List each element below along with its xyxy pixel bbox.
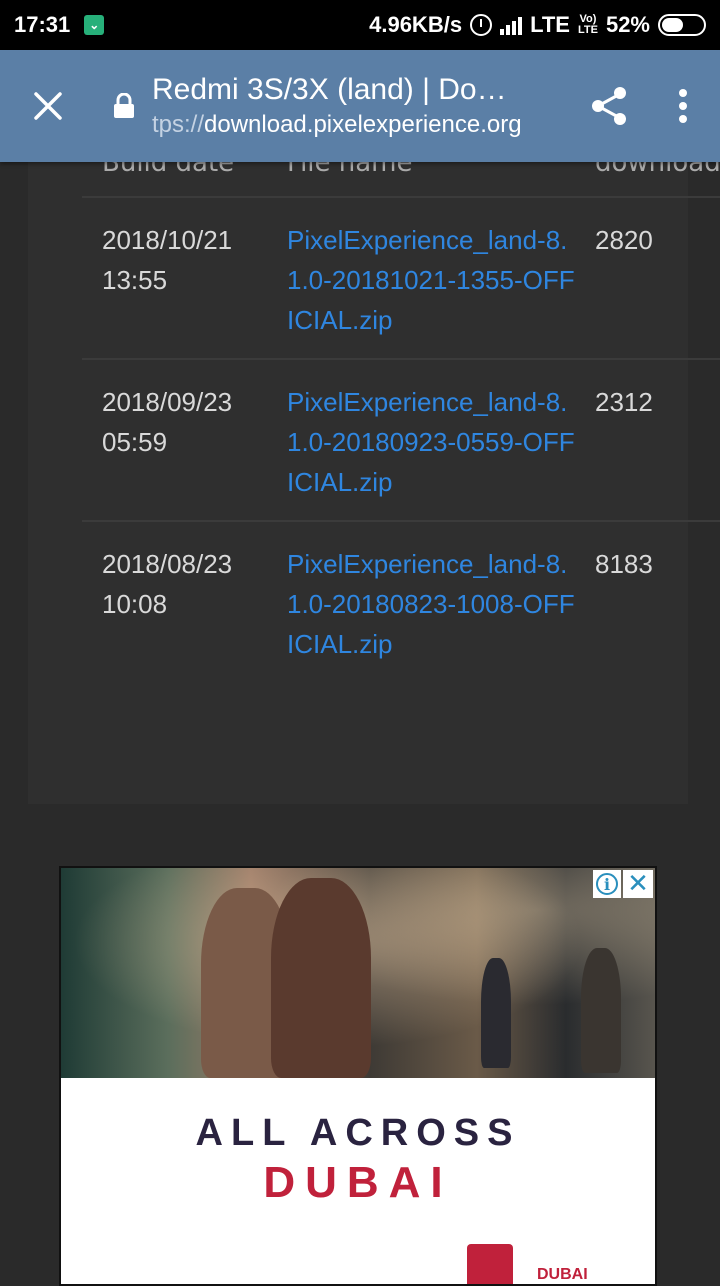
ad-close-button[interactable]: ✕ [623,869,653,899]
page-url: tps://download.pixelexperience.org [152,111,572,139]
ad-headline: ALL ACROSS [195,1112,521,1154]
network-type: LTE [530,12,570,37]
downloads-table: Build date File name downloads 2018/10/2… [82,162,720,684]
header-build-date: Build date [102,162,235,178]
signal-icon [500,15,523,35]
ad-person [481,958,511,1068]
ad-person [271,878,371,1078]
status-time: 17:31 [14,12,71,37]
share-icon [592,87,626,125]
url-host: download.pixelexperience.org [204,111,522,138]
downloads-card: Build date File name downloads 2018/10/2… [28,162,720,804]
build-date: 2018/09/23 05:59 [102,387,233,457]
alarm-icon [470,14,493,36]
info-icon: i [596,873,618,895]
ad-person [581,948,621,1073]
lock-icon[interactable] [96,93,152,119]
title-block[interactable]: Redmi 3S/3X (land) | Do… tps://download.… [152,73,572,139]
ad-photo [61,868,655,1078]
close-icon [34,92,62,120]
download-count: 8183 [595,549,653,579]
volte-icon: Vo) LTE [578,14,598,36]
battery-icon [658,14,706,36]
status-indicators: 4.96KB/s LTE Vo) LTE 52% [369,12,706,38]
table-row: 2018/08/23 10:08 PixelExperience_land-8.… [82,522,720,684]
advertisement[interactable]: i ✕ ALL ACROSS DUBAI DUBAI [59,866,657,1286]
overflow-menu-button[interactable] [646,50,720,162]
share-button[interactable] [572,50,646,162]
build-date: 2018/08/23 10:08 [102,549,233,619]
download-count: 2820 [595,225,653,255]
download-notification-icon: ⌄ [84,15,105,35]
more-vert-icon [679,89,687,123]
file-link[interactable]: PixelExperience_land-8.1.0-20180923-0559… [287,382,577,502]
net-speed: 4.96KB/s [369,12,463,37]
table-header: Build date File name downloads [82,162,720,198]
header-file-name: File name [287,162,413,178]
file-link[interactable]: PixelExperience_land-8.1.0-20181021-1355… [287,220,577,340]
battery-fill [662,18,683,32]
shopping-bag-logo-icon [467,1244,513,1284]
url-scheme: tps:// [152,111,205,138]
close-tab-button[interactable] [0,50,96,162]
page-title: Redmi 3S/3X (land) | Do… [152,73,507,106]
ad-brand-text: DUBAI [537,1266,588,1283]
build-date: 2018/10/21 13:55 [102,225,233,295]
volte-bottom: LTE [577,24,598,36]
header-downloads: downloads [595,162,720,178]
battery-percent: 52% [605,12,650,37]
file-link[interactable]: PixelExperience_land-8.1.0-20180823-1008… [287,544,577,664]
status-bar: 17:31 ⌄ 4.96KB/s LTE Vo) LTE 52% [0,0,720,50]
table-row: 2018/09/23 05:59 PixelExperience_land-8.… [82,360,720,522]
ad-headline-accent: DUBAI [263,1158,453,1207]
ad-info-button[interactable]: i [593,870,621,898]
table-row: 2018/10/21 13:55 PixelExperience_land-8.… [82,198,720,360]
browser-toolbar: Redmi 3S/3X (land) | Do… tps://download.… [0,50,720,162]
download-count: 2312 [595,387,653,417]
